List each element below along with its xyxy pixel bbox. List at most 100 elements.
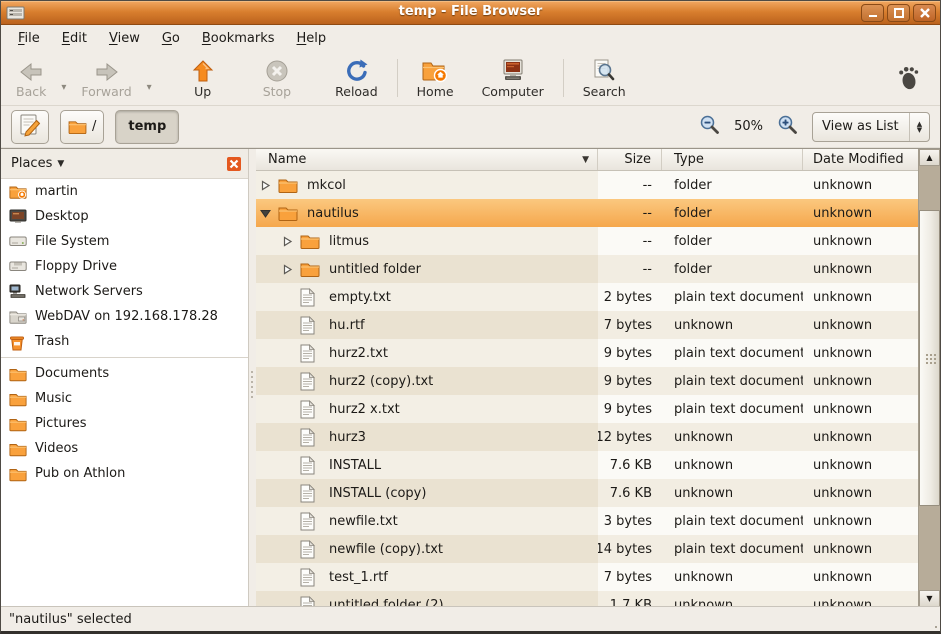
file-name-cell[interactable]: newfile (copy).txt <box>256 535 598 563</box>
file-name-cell[interactable]: untitled folder (2) <box>256 591 598 606</box>
file-row-empty-txt[interactable]: empty.txt2 bytesplain text documentunkno… <box>256 283 918 311</box>
column-header-name[interactable]: Name ▼ <box>256 149 598 170</box>
file-size-cell: 9 bytes <box>598 339 662 367</box>
sidebar-item-network-servers[interactable]: Network Servers <box>1 279 248 304</box>
column-header-type[interactable]: Type <box>662 149 803 170</box>
expander-expanded-icon[interactable] <box>260 208 278 219</box>
close-button[interactable] <box>913 4 936 22</box>
file-row-untitled-folder[interactable]: untitled folder--folderunknown <box>256 255 918 283</box>
list-header: Name ▼ Size Type Date Modified <box>256 149 918 171</box>
file-name-cell[interactable]: newfile.txt <box>256 507 598 535</box>
file-name-cell[interactable]: empty.txt <box>256 283 598 311</box>
file-date-cell: unknown <box>803 227 918 255</box>
sidebar-item-pictures[interactable]: Pictures <box>1 411 248 436</box>
file-name-cell[interactable]: litmus <box>256 227 598 255</box>
expander-collapsed-icon[interactable] <box>282 236 300 247</box>
file-name-cell[interactable]: INSTALL (copy) <box>256 479 598 507</box>
column-header-size[interactable]: Size <box>598 149 662 170</box>
sidebar-item-webdav-on-192-168-178-28[interactable]: WebDAV on 192.168.178.28 <box>1 304 248 329</box>
menu-help[interactable]: Help <box>286 28 338 49</box>
file-row-untitled-folder-2[interactable]: untitled folder (2)1.7 KBunknownunknown <box>256 591 918 606</box>
forward-dropdown-button[interactable]: ▾ <box>141 82 158 93</box>
sidebar-item-trash[interactable]: Trash <box>1 329 248 354</box>
menu-edit[interactable]: Edit <box>51 28 98 49</box>
menu-bookmarks[interactable]: Bookmarks <box>191 28 286 49</box>
titlebar[interactable]: temp - File Browser <box>1 1 940 25</box>
zoom-in-button[interactable] <box>777 114 798 139</box>
sidebar-item-desktop[interactable]: Desktop <box>1 204 248 229</box>
file-row-hu-rtf[interactable]: hu.rtf7 bytesunknownunknown <box>256 311 918 339</box>
home-button[interactable]: Home <box>408 54 463 103</box>
menu-go[interactable]: Go <box>151 28 191 49</box>
scroll-up-button[interactable]: ▲ <box>919 149 940 166</box>
file-row-hurz3[interactable]: hurz312 bytesunknownunknown <box>256 423 918 451</box>
scrollbar-thumb[interactable] <box>919 210 940 506</box>
file-name-cell[interactable]: test_1.rtf <box>256 563 598 591</box>
file-row-install[interactable]: INSTALL7.6 KBunknownunknown <box>256 451 918 479</box>
back-dropdown-button[interactable]: ▾ <box>55 82 72 93</box>
file-type-cell: plain text document <box>662 283 803 311</box>
places-dropdown[interactable]: Places <box>11 156 52 171</box>
sidebar-item-pub-on-athlon[interactable]: Pub on Athlon <box>1 461 248 486</box>
expander-collapsed-icon[interactable] <box>260 180 278 191</box>
file-name-cell[interactable]: nautilus <box>256 199 598 227</box>
maximize-button[interactable] <box>887 4 910 22</box>
file-row-hurz2-copy-txt[interactable]: hurz2 (copy).txt9 bytesplain text docume… <box>256 367 918 395</box>
file-name-cell[interactable]: hurz2.txt <box>256 339 598 367</box>
column-header-date-modified[interactable]: Date Modified <box>803 149 918 170</box>
up-button[interactable]: Up <box>180 54 226 103</box>
edit-location-button[interactable] <box>11 110 49 144</box>
scrollbar-trough[interactable] <box>919 166 940 590</box>
sidebar-item-label: Network Servers <box>35 284 143 299</box>
file-row-nautilus[interactable]: nautilus--folderunknown <box>256 199 918 227</box>
file-name-cell[interactable]: INSTALL <box>256 451 598 479</box>
document-icon <box>300 512 320 531</box>
back-button[interactable]: Back <box>7 54 55 103</box>
reload-button[interactable]: Reload <box>326 54 387 103</box>
forward-button[interactable]: Forward <box>72 54 140 103</box>
sidebar-item-music[interactable]: Music <box>1 386 248 411</box>
computer-button[interactable]: Computer <box>473 54 553 103</box>
zoom-out-button[interactable] <box>699 114 720 139</box>
window-resize-grip[interactable] <box>935 626 937 628</box>
close-sidebar-button[interactable] <box>226 156 242 172</box>
file-row-hurz2-txt[interactable]: hurz2.txt9 bytesplain text documentunkno… <box>256 339 918 367</box>
root-folder-button[interactable]: / <box>60 110 104 144</box>
file-name-label: hurz2.txt <box>329 346 388 361</box>
stop-button[interactable]: Stop <box>254 54 300 103</box>
toolbar: Back ▾ Forward ▾ Up Stop Reload Home Com… <box>1 51 940 106</box>
sidebar-item-floppy-drive[interactable]: Floppy Drive <box>1 254 248 279</box>
file-type-cell: unknown <box>662 423 803 451</box>
scroll-down-button[interactable]: ▼ <box>919 590 940 606</box>
file-row-newfile-txt[interactable]: newfile.txt3 bytesplain text documentunk… <box>256 507 918 535</box>
file-row-litmus[interactable]: litmus--folderunknown <box>256 227 918 255</box>
file-row-newfile-copy-txt[interactable]: newfile (copy).txt14 bytesplain text doc… <box>256 535 918 563</box>
file-row-hurz2-x-txt[interactable]: hurz2 x.txt9 bytesplain text documentunk… <box>256 395 918 423</box>
file-row-install-copy[interactable]: INSTALL (copy)7.6 KBunknownunknown <box>256 479 918 507</box>
file-row-test-1-rtf[interactable]: test_1.rtf7 bytesunknownunknown <box>256 563 918 591</box>
sidebar-item-videos[interactable]: Videos <box>1 436 248 461</box>
file-name-cell[interactable]: hurz2 (copy).txt <box>256 367 598 395</box>
search-button[interactable]: Search <box>574 54 635 103</box>
file-name-cell[interactable]: hu.rtf <box>256 311 598 339</box>
menu-file[interactable]: File <box>7 28 51 49</box>
file-name-cell[interactable]: hurz3 <box>256 423 598 451</box>
sidebar-item-file-system[interactable]: File System <box>1 229 248 254</box>
current-folder-button[interactable]: temp <box>115 110 179 144</box>
file-name-cell[interactable]: untitled folder <box>256 255 598 283</box>
menu-view[interactable]: View <box>98 28 151 49</box>
minimize-button[interactable] <box>861 4 884 22</box>
pane-resize-handle[interactable] <box>249 149 256 606</box>
file-name-cell[interactable]: hurz2 x.txt <box>256 395 598 423</box>
file-name-cell[interactable]: mkcol <box>256 171 598 199</box>
sidebar-item-label: Pictures <box>35 416 86 431</box>
file-type-cell: unknown <box>662 591 803 606</box>
sidebar-item-documents[interactable]: Documents <box>1 361 248 386</box>
vertical-scrollbar[interactable]: ▲ ▼ <box>918 149 940 606</box>
zoom-out-icon <box>699 114 720 139</box>
view-mode-select[interactable]: View as List ▲▼ <box>812 112 930 142</box>
file-row-mkcol[interactable]: mkcol--folderunknown <box>256 171 918 199</box>
document-icon <box>300 344 320 363</box>
sidebar-item-martin[interactable]: martin <box>1 179 248 204</box>
expander-collapsed-icon[interactable] <box>282 264 300 275</box>
